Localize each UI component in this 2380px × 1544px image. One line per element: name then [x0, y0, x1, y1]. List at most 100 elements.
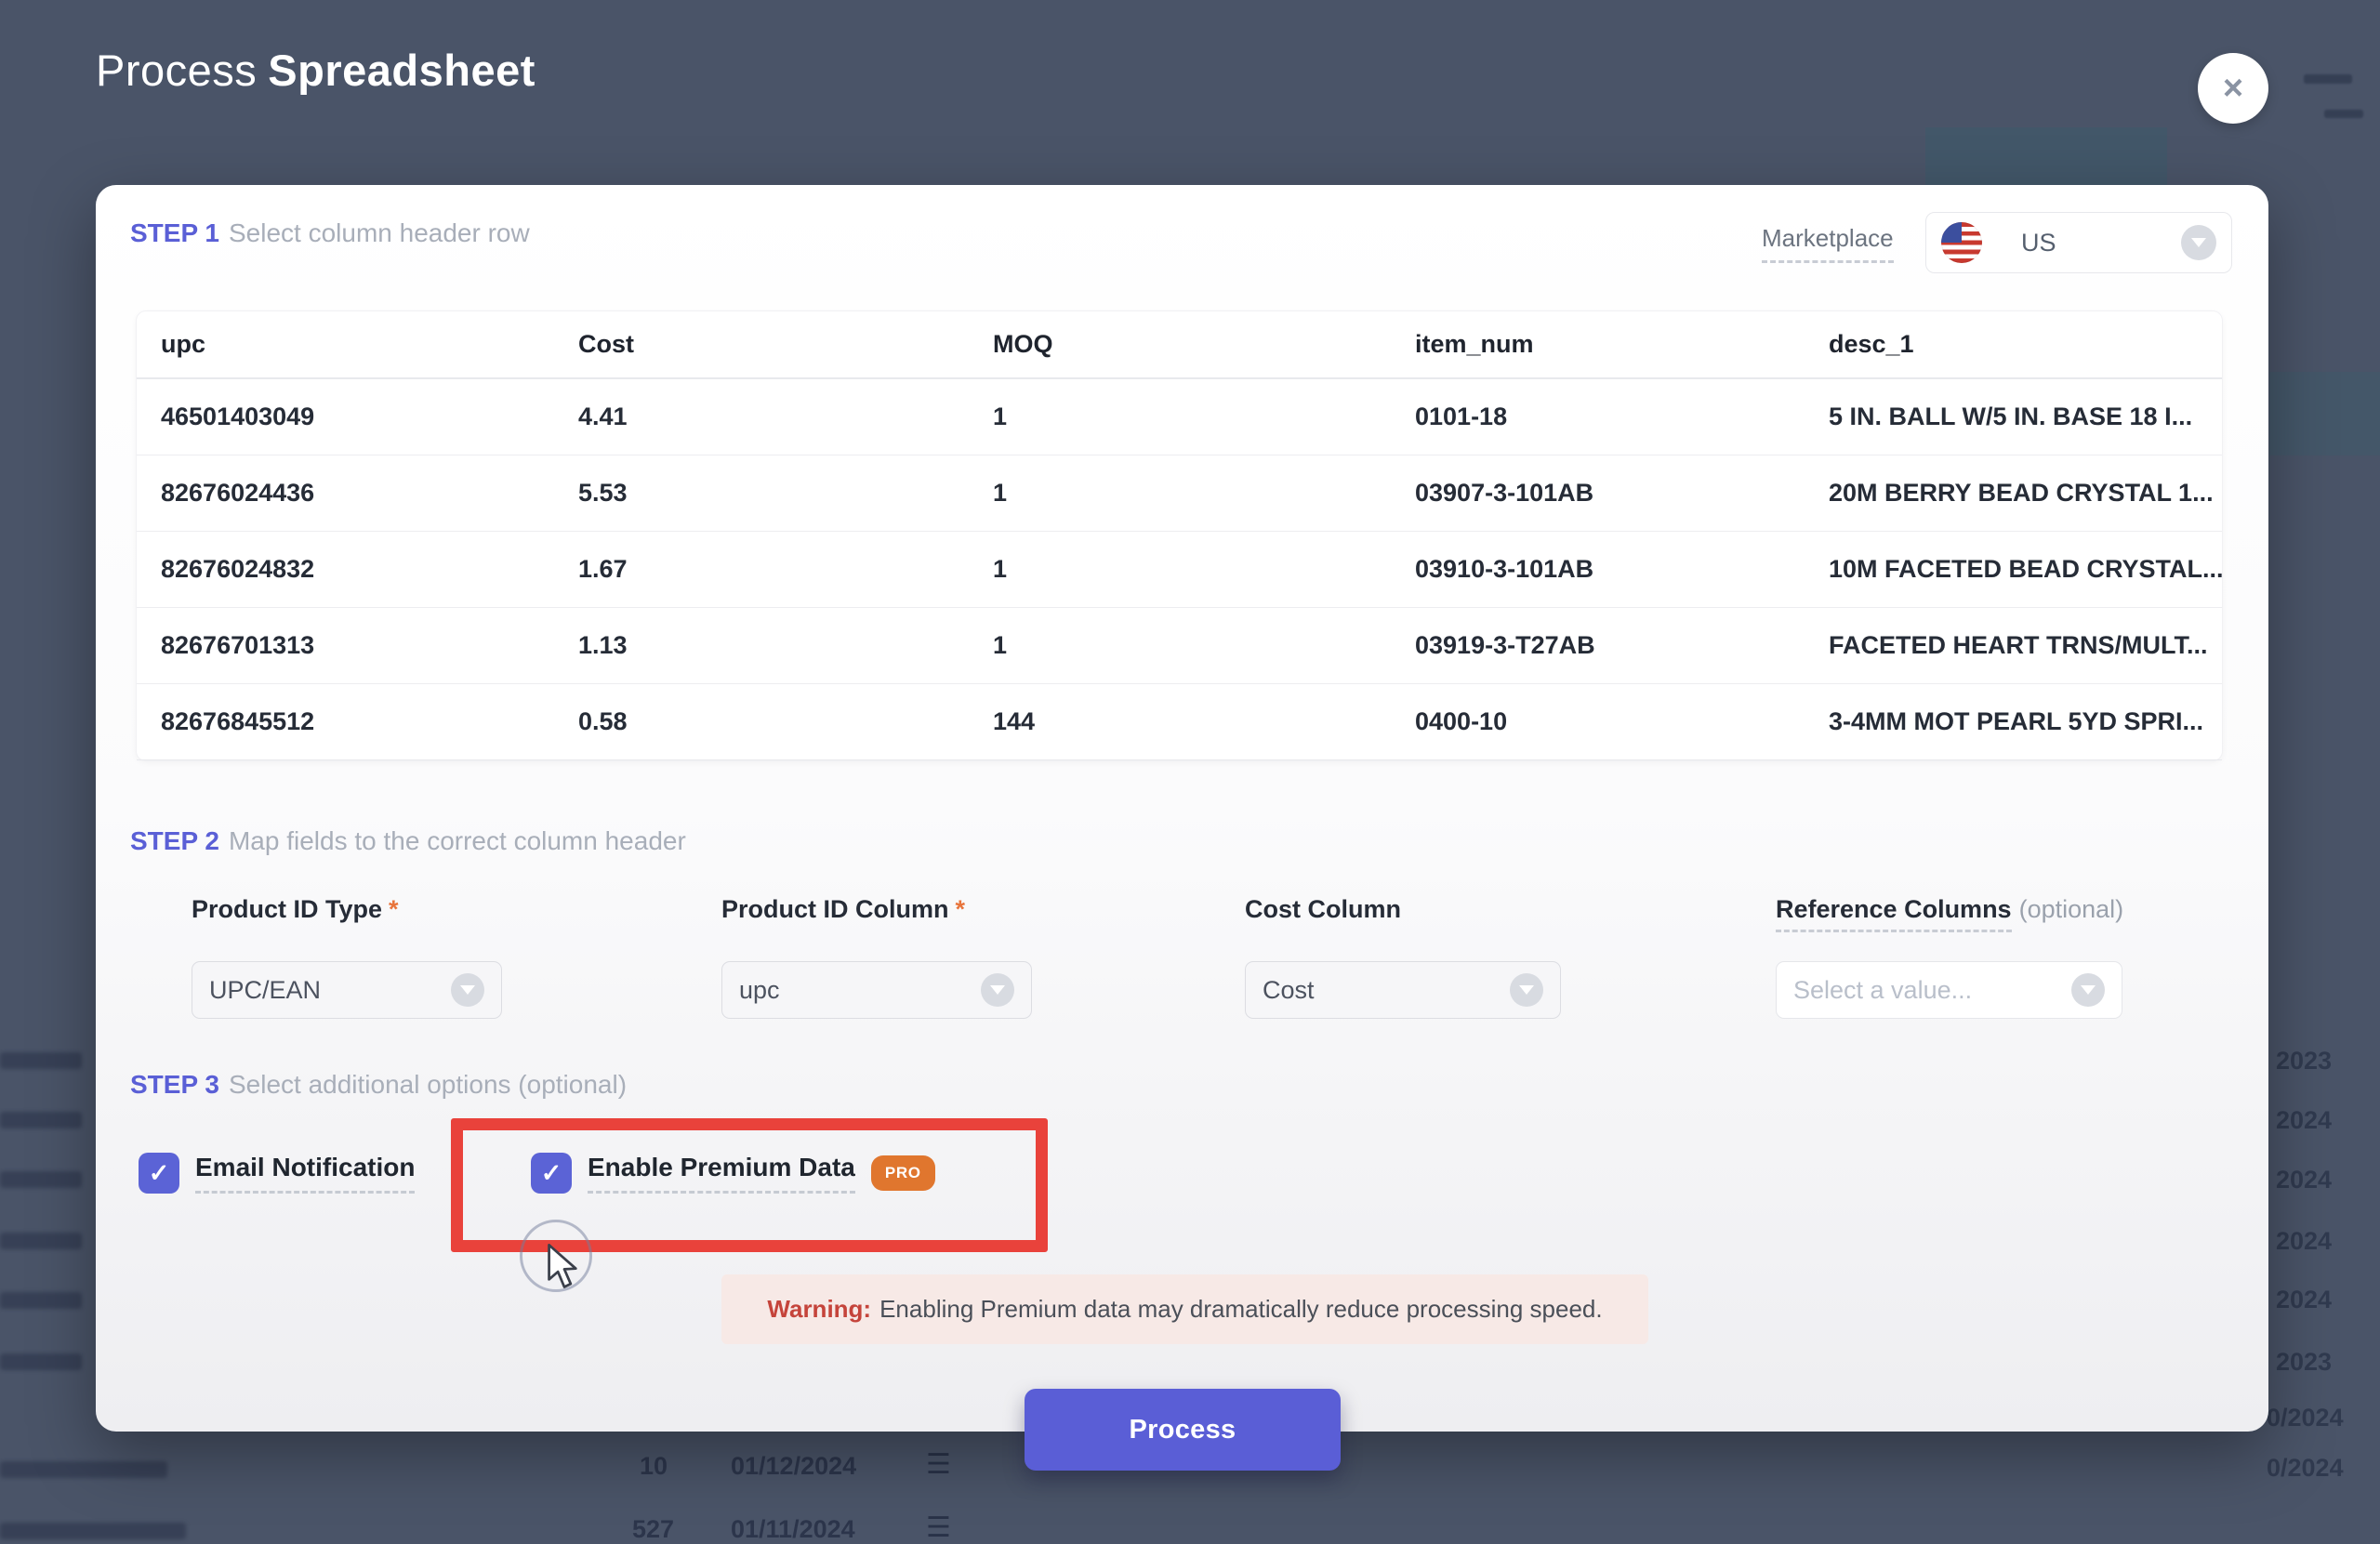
- background-text-fragment: [0, 1112, 82, 1128]
- check-icon: ✓: [541, 1159, 562, 1188]
- warning-prefix: Warning:: [767, 1295, 871, 1324]
- background-date: 0/2024: [2267, 1454, 2371, 1483]
- cell-item-num: 03910-3-101AB: [1415, 555, 1829, 584]
- close-icon: ×: [2223, 69, 2243, 109]
- cell-moq: 1: [993, 402, 1415, 431]
- field-label: Cost Column: [1245, 894, 1561, 924]
- step2-number: STEP 2: [130, 826, 219, 855]
- field-label-text: Product ID Column: [721, 895, 949, 923]
- background-text-fragment: [0, 1353, 82, 1370]
- field-label-text: Cost Column: [1245, 895, 1401, 923]
- cell-upc: 82676024832: [161, 555, 578, 584]
- marketplace-select[interactable]: US: [1925, 212, 2232, 273]
- field-label: Reference Columns(optional): [1776, 894, 2122, 924]
- table-row[interactable]: 46501403049 4.41 1 0101-18 5 IN. BALL W/…: [137, 379, 2222, 455]
- cost-column-select[interactable]: Cost: [1245, 961, 1561, 1019]
- dialog-title-light: Process: [96, 46, 257, 95]
- required-asterisk: *: [389, 895, 399, 923]
- cell-moq: 144: [993, 707, 1415, 736]
- chevron-down-icon: [451, 973, 484, 1007]
- close-button[interactable]: ×: [2198, 53, 2268, 124]
- column-header: desc_1: [1829, 330, 2222, 359]
- chevron-down-icon: [981, 973, 1014, 1007]
- product-id-type-select[interactable]: UPC/EAN: [192, 961, 502, 1019]
- product-id-column-select[interactable]: upc: [721, 961, 1032, 1019]
- field-label-text: Reference Columns: [1776, 895, 2012, 932]
- cell-moq: 1: [993, 555, 1415, 584]
- step1-number: STEP 1: [130, 218, 219, 247]
- field-product-id-type: Product ID Type* UPC/EAN: [192, 894, 502, 1019]
- field-label: Product ID Type*: [192, 894, 502, 924]
- step1-description: Select column header row: [229, 218, 530, 247]
- email-notification-checkbox[interactable]: ✓: [139, 1153, 179, 1194]
- step1-heading: STEP 1 Select column header row: [130, 218, 530, 249]
- menu-icon: ☰: [926, 1448, 951, 1481]
- cell-item-num: 0400-10: [1415, 707, 1829, 736]
- cell-cost: 1.67: [578, 555, 993, 584]
- cell-desc: 20M BERRY BEAD CRYSTAL 1...: [1829, 479, 2222, 508]
- table-row[interactable]: 82676024436 5.53 1 03907-3-101AB 20M BER…: [137, 455, 2222, 532]
- select-value: UPC/EAN: [209, 976, 321, 1005]
- cell-desc: FACETED HEART TRNS/MULT...: [1829, 631, 2222, 660]
- table-row[interactable]: 82676845512 0.58 144 0400-10 3-4MM MOT P…: [137, 684, 2222, 760]
- background-date: 01/12/2024: [731, 1452, 856, 1481]
- background-qty: 527: [632, 1515, 674, 1544]
- background-date: 0/2024: [2267, 1404, 2371, 1432]
- optional-suffix: (optional): [2019, 895, 2124, 923]
- cell-item-num: 0101-18: [1415, 402, 1829, 431]
- pro-badge: PRO: [871, 1155, 935, 1191]
- option-label: Email Notification: [195, 1153, 415, 1194]
- background-date: 2024: [2276, 1106, 2380, 1135]
- background-app-block: [2269, 372, 2380, 455]
- cell-desc: 5 IN. BALL W/5 IN. BASE 18 I...: [1829, 402, 2222, 431]
- premium-data-warning: Warning: Enabling Premium data may drama…: [721, 1274, 1648, 1344]
- step3-number: STEP 3: [130, 1070, 219, 1099]
- cell-item-num: 03919-3-T27AB: [1415, 631, 1829, 660]
- cell-upc: 46501403049: [161, 402, 578, 431]
- table-row[interactable]: 82676024832 1.67 1 03910-3-101AB 10M FAC…: [137, 532, 2222, 608]
- background-date: 2023: [2276, 1348, 2380, 1377]
- dialog-title: ProcessSpreadsheet: [96, 45, 536, 96]
- step2-heading: STEP 2Map fields to the correct column h…: [130, 825, 686, 857]
- background-text-fragment: [0, 1461, 167, 1478]
- cell-upc: 82676845512: [161, 707, 578, 736]
- reference-columns-select[interactable]: Select a value...: [1776, 961, 2122, 1019]
- cell-moq: 1: [993, 631, 1415, 660]
- background-text-fragment: [0, 1052, 82, 1069]
- table-row[interactable]: 82676701313 1.13 1 03919-3-T27AB FACETED…: [137, 608, 2222, 684]
- spreadsheet-preview-table: upc Cost MOQ item_num desc_1 46501403049…: [137, 311, 2222, 760]
- chevron-down-icon: [2181, 225, 2216, 260]
- table-header-row[interactable]: upc Cost MOQ item_num desc_1: [137, 311, 2222, 379]
- marketplace-value: US: [2021, 229, 2056, 257]
- background-date: 2024: [2276, 1166, 2380, 1194]
- cell-upc: 82676024436: [161, 479, 578, 508]
- select-value: Cost: [1263, 976, 1315, 1005]
- field-label: Product ID Column*: [721, 894, 1032, 924]
- menu-icon: ☰: [926, 1511, 951, 1544]
- enable-premium-data-checkbox[interactable]: ✓: [531, 1153, 572, 1194]
- step3-heading: STEP 3 Select additional options (optiona…: [130, 1069, 627, 1101]
- background-qty: 10: [640, 1452, 668, 1481]
- background-date: 01/11/2024: [731, 1515, 855, 1544]
- cell-upc: 82676701313: [161, 631, 578, 660]
- step3-description: Select additional options (optional): [229, 1070, 627, 1099]
- cell-cost: 1.13: [578, 631, 993, 660]
- option-email-notification: ✓ Email Notification: [139, 1153, 415, 1194]
- process-button[interactable]: Process: [1025, 1389, 1341, 1471]
- check-icon: ✓: [149, 1159, 170, 1188]
- marketplace-label: Marketplace: [1762, 224, 1894, 263]
- mouse-cursor-icon: [545, 1244, 584, 1297]
- warning-text: Enabling Premium data may dramatically r…: [879, 1295, 1603, 1324]
- select-placeholder: Select a value...: [1793, 976, 1972, 1005]
- cell-desc: 10M FACETED BEAD CRYSTAL...: [1829, 555, 2222, 584]
- option-label: Enable Premium Data: [588, 1153, 855, 1194]
- cell-cost: 5.53: [578, 479, 993, 508]
- select-value: upc: [739, 976, 780, 1005]
- cell-desc: 3-4MM MOT PEARL 5YD SPRI...: [1829, 707, 2222, 736]
- field-product-id-column: Product ID Column* upc: [721, 894, 1032, 1019]
- column-header: MOQ: [993, 330, 1415, 359]
- option-enable-premium-data: ✓ Enable Premium Data PRO: [531, 1153, 935, 1194]
- background-date: 2023: [2276, 1047, 2380, 1076]
- cell-cost: 0.58: [578, 707, 993, 736]
- column-header: Cost: [578, 330, 993, 359]
